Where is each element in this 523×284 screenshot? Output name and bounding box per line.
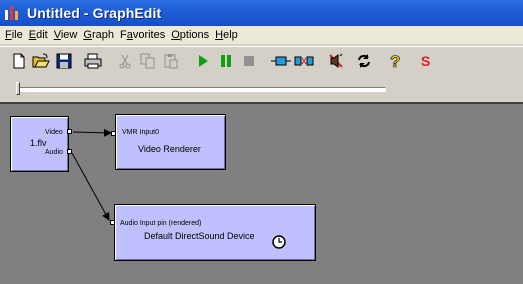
pin-audio-out[interactable] (67, 149, 72, 154)
menu-bar: File Edit View Graph Favorites Options H… (0, 26, 523, 44)
menu-view[interactable]: View (53, 29, 83, 41)
speaker-mute-icon[interactable] (325, 50, 347, 72)
svg-text:?: ? (390, 52, 400, 70)
pin-label-audio: Audio (45, 149, 63, 156)
print-icon[interactable] (82, 50, 104, 72)
graphedit-app-icon[interactable] (4, 4, 22, 22)
filter-name: Video Renderer (138, 144, 201, 154)
menu-options[interactable]: Options (170, 29, 214, 41)
pin-vmr-input[interactable] (111, 131, 116, 136)
refresh-icon[interactable] (353, 50, 375, 72)
pause-icon[interactable] (215, 50, 237, 72)
seek-track[interactable] (16, 87, 386, 92)
menu-edit[interactable]: Edit (28, 29, 53, 41)
pin-label-audio-input: Audio Input pin (rendered) (120, 220, 202, 227)
pin-audio-input[interactable] (110, 220, 115, 225)
paste-icon[interactable] (160, 50, 182, 72)
pin-video-out[interactable] (67, 129, 72, 134)
copy-icon[interactable] (137, 50, 159, 72)
filter-video-renderer[interactable]: VMR Input0 Video Renderer (115, 114, 226, 170)
menu-graph[interactable]: Graph (82, 29, 119, 41)
svg-text:S: S (421, 53, 430, 69)
pin-label-vmr-input: VMR Input0 (122, 129, 159, 136)
play-icon[interactable] (192, 50, 214, 72)
title-bar[interactable]: Untitled - GraphEdit (0, 0, 523, 26)
toolbar: ? S (0, 46, 523, 74)
open-folder-icon[interactable] (30, 50, 52, 72)
insert-filter-icon[interactable] (293, 50, 315, 72)
filter-name: Default DirectSound Device (144, 231, 255, 241)
new-document-icon[interactable] (8, 50, 30, 72)
save-disk-icon[interactable] (53, 50, 75, 72)
stop-icon[interactable] (238, 50, 260, 72)
sync-s-icon[interactable]: S (415, 50, 437, 72)
menu-file[interactable]: File (4, 29, 28, 41)
seek-filter-icon[interactable] (270, 50, 292, 72)
menu-help[interactable]: Help (214, 29, 243, 41)
pin-label-video: Video (45, 129, 63, 136)
cut-icon[interactable] (114, 50, 136, 72)
filter-source[interactable]: 1.flv Video Audio (10, 116, 69, 172)
help-question-icon[interactable]: ? (384, 50, 406, 72)
filter-name: 1.flv (30, 138, 47, 148)
menu-favorites[interactable]: Favorites (119, 29, 170, 41)
seek-thumb[interactable] (16, 82, 20, 95)
reference-clock-icon (272, 235, 286, 252)
filter-audio-renderer[interactable]: Audio Input pin (rendered) Default Direc… (114, 204, 316, 261)
seek-slider[interactable] (8, 82, 386, 95)
window-title: Untitled - GraphEdit (27, 5, 162, 21)
